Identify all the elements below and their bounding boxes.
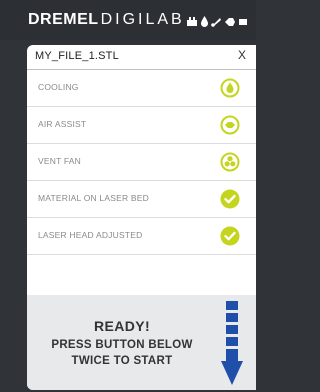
check-row-vent-fan[interactable]: VENT FAN xyxy=(27,144,256,181)
preflight-checklist-dialog: MY_FILE_1.STL X COOLING AIR ASSIST VENT … xyxy=(27,45,256,390)
top-bar: DREMEL DIGILAB xyxy=(0,0,256,40)
close-button[interactable]: X xyxy=(238,48,246,62)
battery-icon xyxy=(239,14,247,32)
air-assist-icon xyxy=(224,14,236,32)
air-assist-icon xyxy=(220,115,240,135)
check-icon xyxy=(220,226,240,246)
check-row-cooling[interactable]: COOLING xyxy=(27,70,256,107)
check-label: MATERIAL ON LASER BED xyxy=(38,193,149,203)
arrow-down-icon xyxy=(221,301,243,390)
instruction-line-1: PRESS BUTTON BELOW xyxy=(51,339,193,351)
check-label: VENT FAN xyxy=(38,156,82,166)
brand-logo: DREMEL DIGILAB xyxy=(28,10,185,30)
file-name: MY_FILE_1.STL xyxy=(35,50,119,62)
brand-name: DREMEL xyxy=(28,11,99,28)
check-row-material[interactable]: MATERIAL ON LASER BED xyxy=(27,181,256,218)
status-icons xyxy=(186,14,247,32)
check-label: COOLING xyxy=(38,82,79,92)
dialog-header: MY_FILE_1.STL X xyxy=(27,45,256,70)
vent-fan-icon xyxy=(220,152,240,172)
fan-icon xyxy=(186,14,198,32)
start-instruction: PRESS BUTTON BELOW TWICE TO START xyxy=(27,337,217,369)
laser-icon xyxy=(211,14,221,32)
ready-panel: READY! PRESS BUTTON BELOW TWICE TO START xyxy=(27,295,256,390)
check-icon xyxy=(220,189,240,209)
cooling-drop-icon xyxy=(220,78,240,98)
brand-subname: DIGILAB xyxy=(100,11,185,28)
instruction-line-2: TWICE TO START xyxy=(71,355,173,367)
ready-heading: READY! xyxy=(93,318,151,334)
check-row-air-assist[interactable]: AIR ASSIST xyxy=(27,107,256,144)
flame-icon xyxy=(201,14,208,32)
check-row-laser-head[interactable]: LASER HEAD ADJUSTED xyxy=(27,218,256,255)
check-label: AIR ASSIST xyxy=(38,119,87,129)
check-label: LASER HEAD ADJUSTED xyxy=(38,230,143,240)
